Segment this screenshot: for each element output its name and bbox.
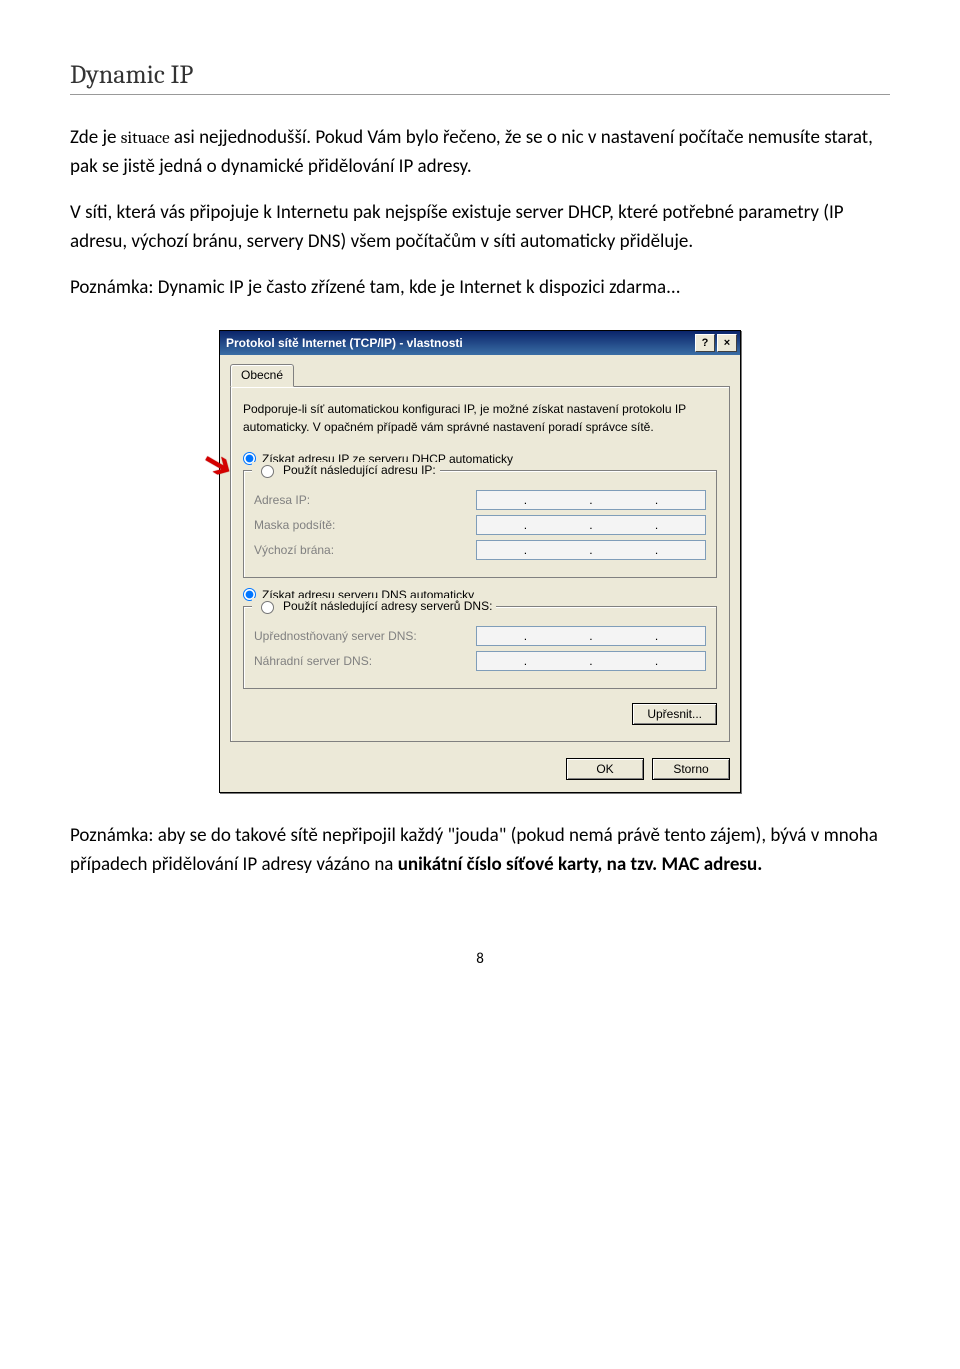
input-subnet-mask[interactable]: ... (476, 515, 706, 535)
arrow-icon: ➔ (196, 441, 240, 487)
row-gateway: Výchozí brána: ... (254, 540, 706, 560)
close-button[interactable]: × (717, 334, 737, 352)
text-situace: situace (121, 129, 170, 148)
advanced-button[interactable]: Upřesnit... (632, 703, 717, 725)
row-alternate-dns: Náhradní server DNS: ... (254, 651, 706, 671)
dialog-description: Podporuje-li síť automatickou konfigurac… (243, 401, 717, 436)
label-preferred-dns: Upřednostňovaný server DNS: (254, 629, 417, 643)
tcpip-properties-dialog: Protokol sítě Internet (TCP/IP) - vlastn… (219, 330, 741, 793)
radio-manual-ip[interactable] (261, 465, 274, 478)
text: asi nejjednodušší. Pokud Vám bylo řečeno… (70, 126, 873, 178)
tab-strip: Obecné (230, 364, 730, 387)
input-alternate-dns[interactable]: ... (476, 651, 706, 671)
label-gateway: Výchozí brána: (254, 543, 334, 557)
page-title: Dynamic IP (70, 60, 890, 95)
cancel-button[interactable]: Storno (652, 758, 730, 780)
tab-pane-general: Podporuje-li síť automatickou konfigurac… (230, 386, 730, 742)
help-button[interactable]: ? (695, 334, 715, 352)
note-paragraph-2: Poznámka: aby se do takové sítě nepřipoj… (70, 821, 890, 880)
row-ip-address: Adresa IP: ... (254, 490, 706, 510)
ok-button[interactable]: OK (566, 758, 644, 780)
titlebar-text: Protokol sítě Internet (TCP/IP) - vlastn… (226, 336, 693, 350)
radio-manual-ip-label: Použít následující adresu IP: (283, 463, 436, 477)
note-paragraph-1: Poznámka: Dynamic IP je často zřízené ta… (70, 273, 890, 302)
titlebar: Protokol sítě Internet (TCP/IP) - vlastn… (220, 331, 740, 355)
dialog-screenshot: Protokol sítě Internet (TCP/IP) - vlastn… (70, 330, 890, 793)
input-ip-address[interactable]: ... (476, 490, 706, 510)
fieldset-manual-ip: Použít následující adresu IP: Adresa IP:… (243, 470, 717, 578)
page-number: 8 (70, 950, 890, 968)
row-subnet-mask: Maska podsítě: ... (254, 515, 706, 535)
intro-paragraph-1: Zde je situace asi nejjednodušší. Pokud … (70, 123, 890, 182)
label-alternate-dns: Náhradní server DNS: (254, 654, 372, 668)
tab-general[interactable]: Obecné (230, 364, 294, 387)
fieldset-manual-dns: Použít následující adresy serverů DNS: U… (243, 606, 717, 689)
text-bold: unikátní číslo síťové karty, na tzv. MAC… (398, 853, 763, 876)
radio-manual-dns[interactable] (261, 601, 274, 614)
radio-manual-dns-label: Použít následující adresy serverů DNS: (283, 599, 492, 613)
label-subnet-mask: Maska podsítě: (254, 518, 335, 532)
row-preferred-dns: Upřednostňovaný server DNS: ... (254, 626, 706, 646)
label-ip-address: Adresa IP: (254, 493, 310, 507)
input-preferred-dns[interactable]: ... (476, 626, 706, 646)
input-gateway[interactable]: ... (476, 540, 706, 560)
text: Zde je (70, 126, 121, 149)
intro-paragraph-2: V síti, která vás připojuje k Internetu … (70, 198, 890, 257)
